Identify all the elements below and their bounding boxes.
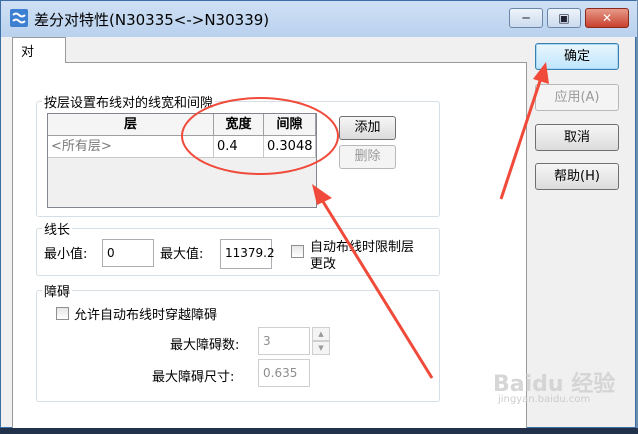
annotation-arrowhead-2 bbox=[533, 62, 549, 84]
tab-pair[interactable]: 对 bbox=[12, 37, 66, 63]
annotation-ellipse bbox=[181, 97, 339, 175]
annotation-arrow-line-1 bbox=[320, 199, 434, 379]
watermark-subtext: jingyan.baidu.com bbox=[498, 394, 591, 405]
taskbar-strip bbox=[0, 428, 638, 434]
annotation-arrow-line-2 bbox=[499, 77, 543, 200]
annotation-arrowhead-1 bbox=[312, 184, 332, 205]
